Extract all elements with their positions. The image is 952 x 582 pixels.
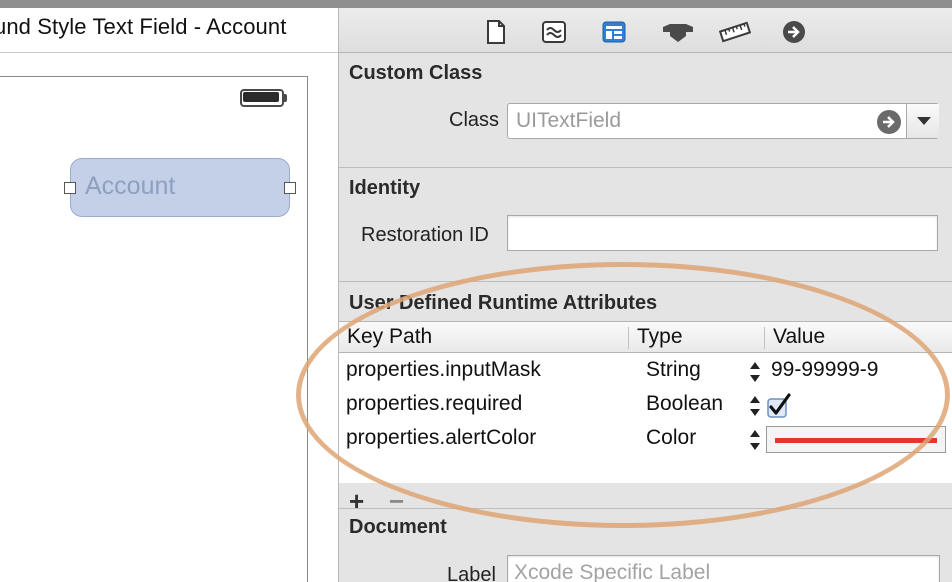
add-attribute-button[interactable]: + bbox=[349, 486, 364, 517]
type-cell: String bbox=[646, 358, 701, 381]
title-divider bbox=[0, 52, 338, 53]
key-path-cell[interactable]: properties.alertColor bbox=[346, 426, 536, 450]
device-frame bbox=[0, 76, 308, 582]
window-top-strip bbox=[0, 0, 952, 8]
type-stepper-icon[interactable] bbox=[749, 428, 761, 452]
required-checkbox[interactable] bbox=[766, 393, 792, 419]
class-dropdown-button[interactable] bbox=[906, 104, 939, 138]
connections-arrow-icon[interactable] bbox=[782, 20, 806, 44]
quick-help-icon[interactable] bbox=[542, 20, 566, 44]
key-path-cell[interactable]: properties.inputMask bbox=[346, 358, 541, 382]
attributes-icon[interactable] bbox=[662, 20, 694, 44]
table-body: properties.inputMask String 99-99999-9 p… bbox=[339, 353, 952, 483]
document-label-label: Label bbox=[447, 564, 496, 582]
file-icon[interactable] bbox=[484, 20, 508, 44]
table-row[interactable]: properties.required Boolean bbox=[339, 389, 952, 423]
resize-handle-right[interactable] bbox=[284, 182, 296, 194]
document-label-field[interactable]: Xcode Specific Label bbox=[507, 555, 940, 582]
restoration-id-label: Restoration ID bbox=[361, 224, 489, 246]
document-divider bbox=[339, 508, 952, 509]
key-path-cell[interactable]: properties.required bbox=[346, 392, 522, 416]
color-swatch bbox=[775, 438, 937, 443]
type-cell: Boolean bbox=[646, 392, 724, 415]
identity-icon[interactable] bbox=[602, 20, 626, 44]
size-ruler-icon[interactable] bbox=[719, 20, 751, 44]
runtime-attributes-title: User Defined Runtime Attributes bbox=[349, 292, 658, 314]
class-combo-box[interactable]: UITextField bbox=[507, 103, 939, 139]
type-stepper-icon[interactable] bbox=[749, 360, 761, 384]
type-stepper-icon[interactable] bbox=[749, 394, 761, 418]
window-title: und Style Text Field - Account bbox=[0, 14, 287, 39]
inspector-tab-bar bbox=[339, 8, 952, 53]
inspector-pane: Custom Class Class UITextField Identity … bbox=[338, 8, 952, 582]
column-type[interactable]: Type bbox=[637, 325, 683, 349]
alert-color-well[interactable] bbox=[766, 426, 946, 453]
battery-icon bbox=[240, 89, 287, 107]
type-cell: Color bbox=[646, 426, 697, 449]
value-cell[interactable]: 99-99999-9 bbox=[771, 358, 878, 382]
table-row[interactable]: properties.inputMask String 99-99999-9 bbox=[339, 355, 952, 389]
canvas-pane: und Style Text Field - Account Account bbox=[0, 0, 338, 582]
table-footer: + − bbox=[339, 483, 952, 519]
remove-attribute-button[interactable]: − bbox=[389, 486, 404, 517]
table-header: Key Path Type Value bbox=[339, 321, 952, 353]
identity-title: Identity bbox=[349, 177, 421, 199]
column-divider bbox=[764, 327, 765, 349]
class-label: Class bbox=[449, 109, 500, 131]
chevron-down-icon bbox=[917, 117, 931, 125]
account-placeholder: Account bbox=[85, 172, 176, 200]
column-key-path[interactable]: Key Path bbox=[347, 325, 432, 349]
navigate-arrow-icon[interactable] bbox=[877, 110, 901, 134]
resize-handle-left[interactable] bbox=[64, 182, 76, 194]
document-label-placeholder: Xcode Specific Label bbox=[514, 561, 711, 582]
custom-class-title: Custom Class bbox=[349, 62, 483, 84]
account-text-field[interactable]: Account bbox=[70, 158, 290, 217]
restoration-id-field[interactable] bbox=[507, 215, 938, 251]
class-value[interactable]: UITextField bbox=[516, 109, 621, 133]
column-divider bbox=[628, 327, 629, 349]
table-row[interactable]: properties.alertColor Color bbox=[339, 423, 952, 457]
document-title: Document bbox=[349, 516, 447, 538]
column-value[interactable]: Value bbox=[773, 325, 825, 349]
